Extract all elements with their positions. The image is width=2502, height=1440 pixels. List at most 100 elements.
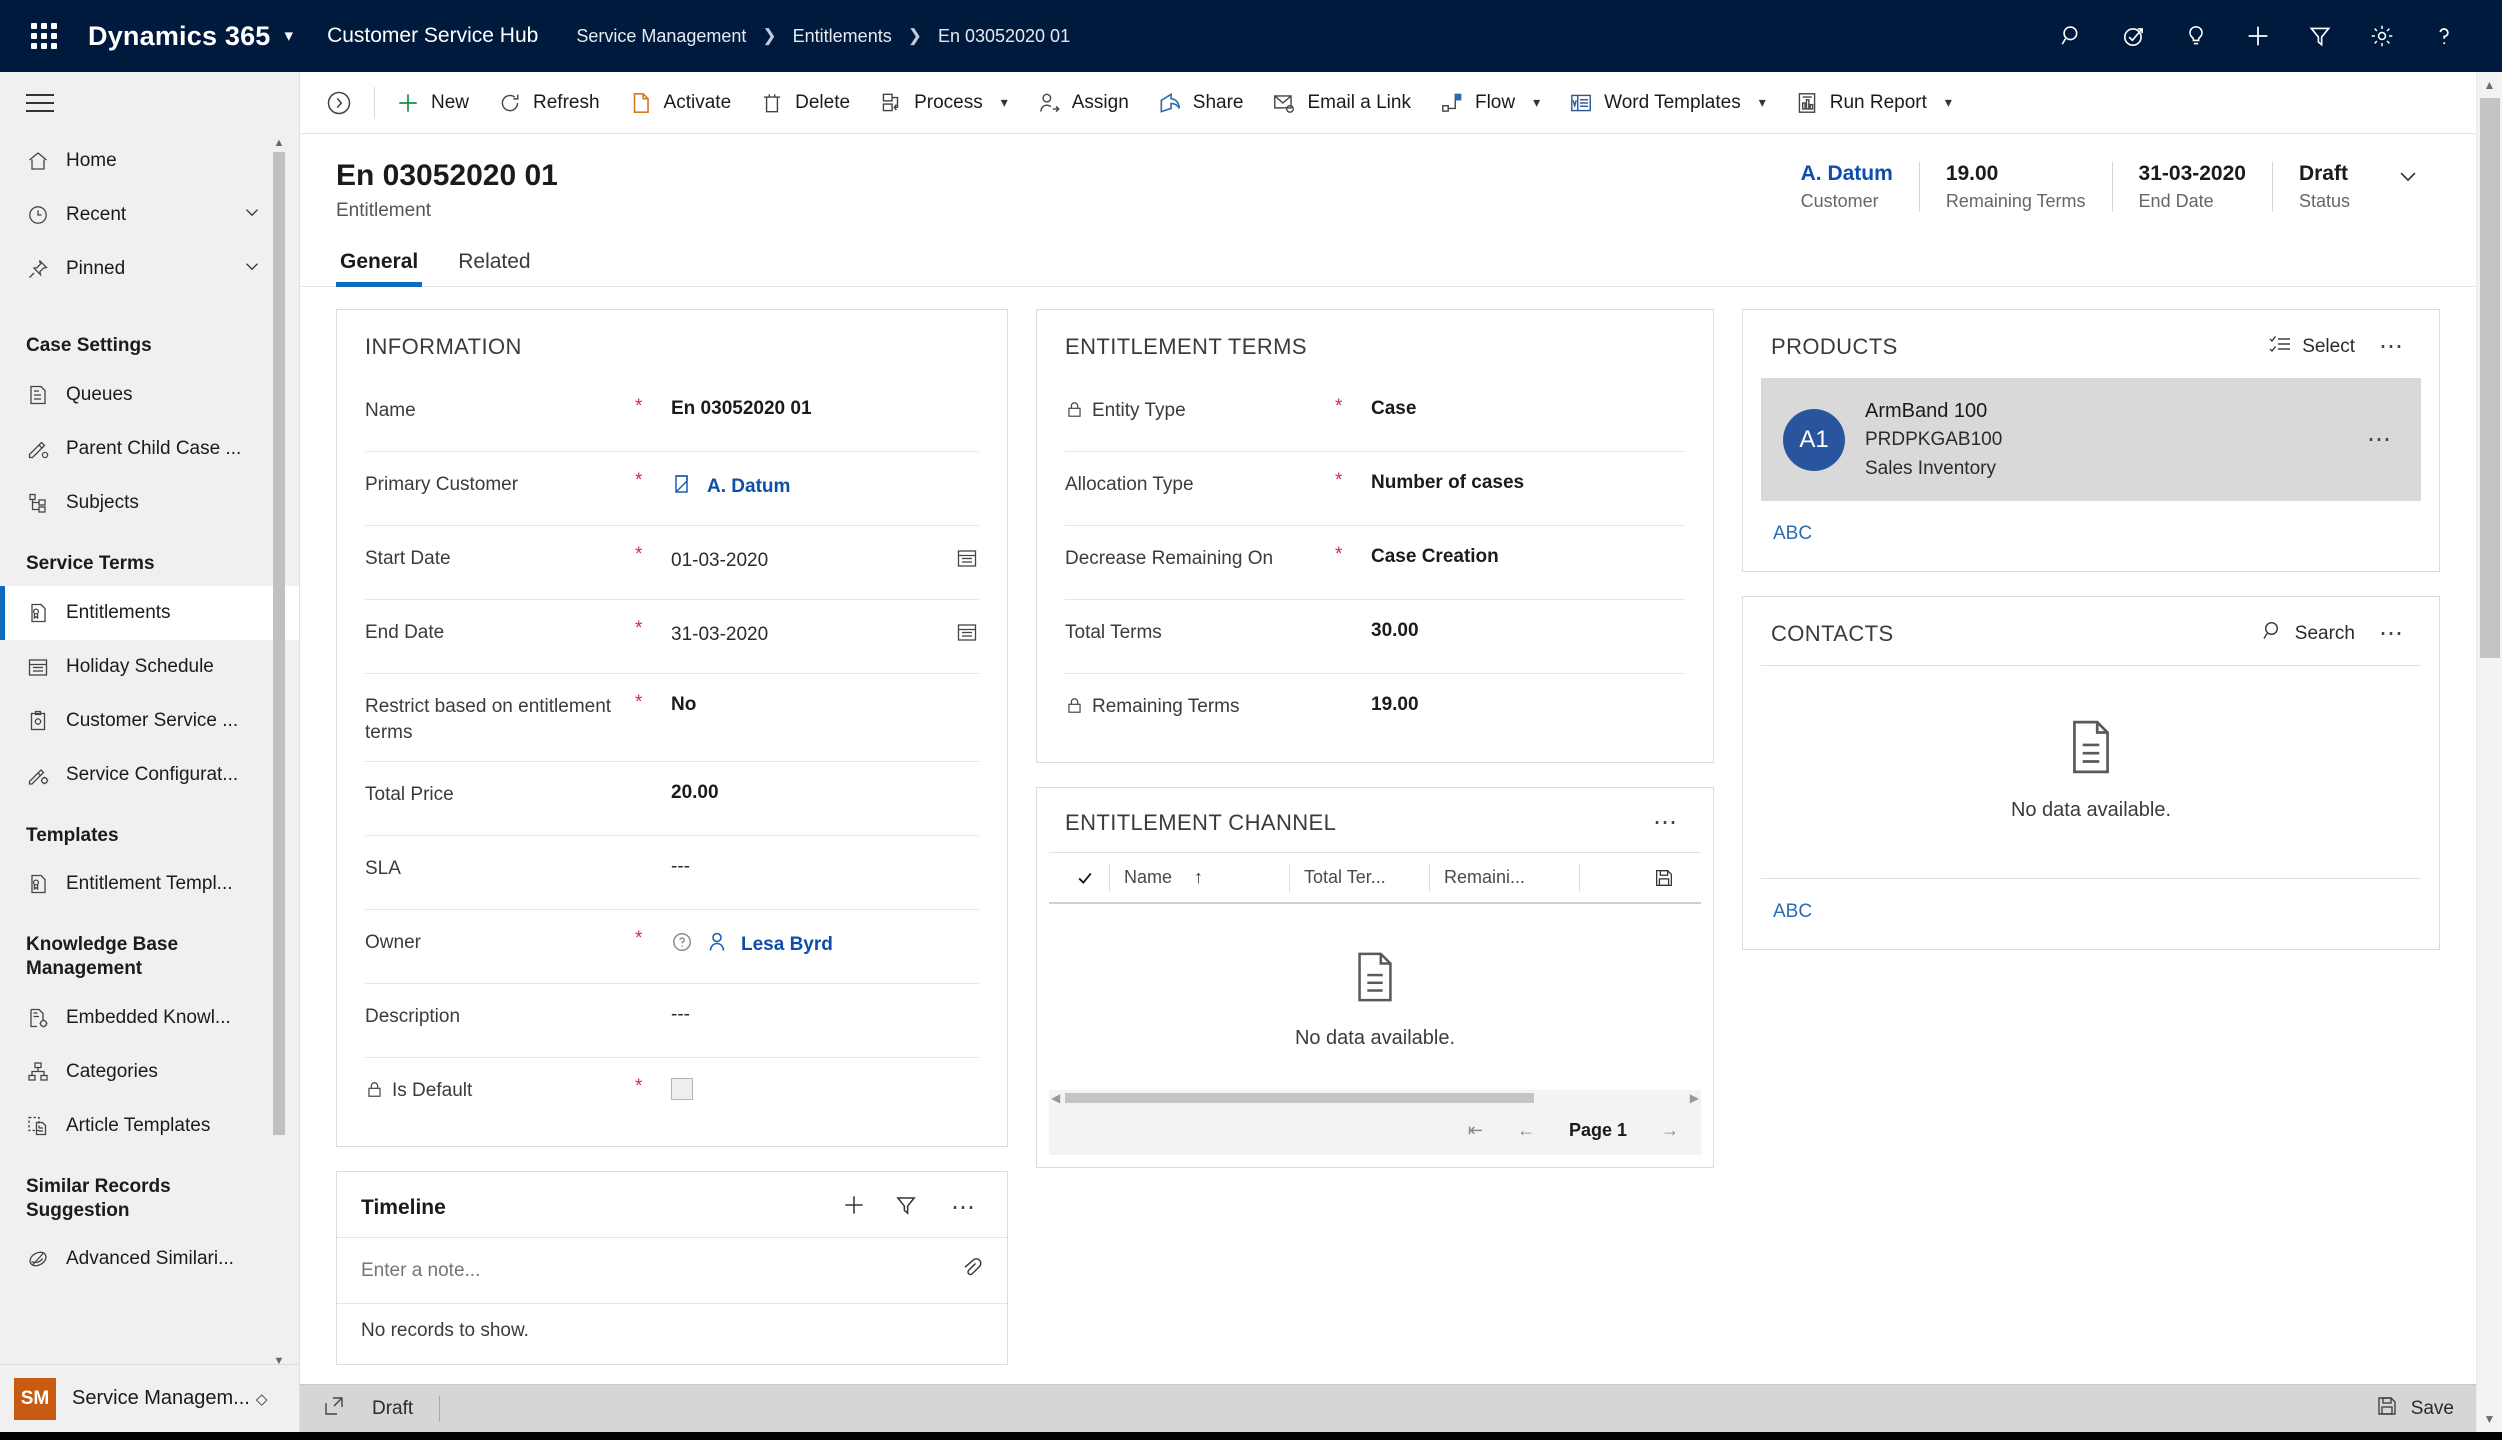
calendar-icon[interactable] [955, 546, 979, 576]
site-map-toggle-icon[interactable] [0, 72, 299, 134]
column-header-name[interactable]: Name ↑ [1109, 863, 1289, 892]
page-scroll-thumb[interactable] [2480, 98, 2500, 658]
products-index-link[interactable]: ABC [1743, 501, 2439, 571]
sidebar-item-service-configurat[interactable]: Service Configurat... [0, 748, 299, 802]
select-all-check-icon[interactable] [1061, 864, 1109, 892]
previous-page-icon[interactable]: ← [1517, 1120, 1535, 1141]
filter-icon[interactable] [893, 1192, 919, 1223]
command-word-templates[interactable]: Word Templates ▾ [1554, 80, 1780, 126]
chevron-down-icon[interactable] [241, 201, 263, 229]
quick-create-plus-icon[interactable] [2232, 10, 2284, 62]
chevron-down-icon[interactable]: ▾ [285, 26, 294, 46]
chevron-down-icon[interactable]: ▾ [1533, 94, 1540, 111]
command-new[interactable]: New [381, 80, 483, 126]
command-run-report[interactable]: Run Report ▾ [1780, 80, 1966, 126]
more-options-icon[interactable]: ⋯ [945, 1195, 983, 1220]
contacts-index-link[interactable]: ABC [1743, 879, 2439, 949]
command-flow[interactable]: Flow ▾ [1425, 80, 1554, 126]
collapse-panel-icon[interactable] [310, 89, 368, 117]
area-switcher[interactable]: SM Service Managem... ◇ [0, 1364, 299, 1432]
product-list-item[interactable]: A1 ArmBand 100 PRDPKGAB100 Sales Invento… [1761, 378, 2421, 501]
page-scrollbar[interactable]: ▲ ▼ [2476, 72, 2502, 1432]
sidebar-item-advanced-similari[interactable]: Advanced Similari... [0, 1232, 299, 1286]
first-page-icon[interactable]: ⇤ [1468, 1120, 1483, 1141]
sidebar-item-parent-child-case[interactable]: Parent Child Case ... [0, 422, 299, 476]
sidebar-item-embedded-knowl[interactable]: Embedded Knowl... [0, 991, 299, 1045]
scroll-up-icon[interactable]: ▲ [2477, 72, 2502, 98]
area-switcher-chevron-icon[interactable]: ◇ [256, 1390, 268, 1408]
scroll-down-icon[interactable]: ▼ [2477, 1406, 2502, 1432]
breadcrumb-item-1[interactable]: Entitlements [793, 26, 892, 47]
field-value-link[interactable]: Lesa Byrd [741, 934, 833, 956]
search-contacts-button[interactable]: Search [2255, 619, 2361, 649]
field-value[interactable]: 31-03-2020 [671, 624, 768, 646]
more-options-icon[interactable]: ⋯ [2373, 335, 2411, 359]
field-value[interactable]: Number of cases [1371, 472, 1524, 494]
chevron-down-icon[interactable] [241, 255, 263, 283]
sidebar-item-pinned[interactable]: Pinned [0, 242, 299, 296]
breadcrumb-item-0[interactable]: Service Management [576, 26, 746, 47]
command-share[interactable]: Share [1143, 80, 1258, 126]
tab-related[interactable]: Related [454, 244, 534, 286]
field-value[interactable]: No [671, 694, 696, 716]
field-value[interactable]: --- [671, 1004, 690, 1026]
field-value[interactable]: 19.00 [1371, 694, 1419, 716]
save-button[interactable]: Save [2375, 1394, 2454, 1423]
field-value[interactable]: 30.00 [1371, 620, 1419, 642]
field-value[interactable]: --- [671, 856, 690, 878]
sidebar-scroll-track[interactable] [271, 152, 287, 1322]
expand-header-chevron-icon[interactable] [2376, 158, 2440, 195]
subgrid-horizontal-scrollbar[interactable]: ◀ ▶ [1049, 1090, 1701, 1106]
subgrid-scroll-thumb[interactable] [1065, 1093, 1535, 1103]
more-options-icon[interactable]: ⋯ [1647, 811, 1685, 835]
command-assign[interactable]: Assign [1022, 80, 1143, 126]
search-icon[interactable] [2046, 10, 2098, 62]
sidebar-item-customer-service[interactable]: Customer Service ... [0, 694, 299, 748]
sidebar-item-queues[interactable]: Queues [0, 368, 299, 422]
tab-general[interactable]: General [336, 244, 423, 287]
chevron-down-icon[interactable]: ▾ [1001, 94, 1008, 111]
chevron-down-icon[interactable]: ▾ [1945, 94, 1952, 111]
sidebar-item-entitlement-templ[interactable]: Entitlement Templ... [0, 857, 299, 911]
command-process[interactable]: Process ▾ [864, 80, 1022, 126]
scroll-up-icon[interactable]: ▲ [271, 134, 287, 152]
field-value[interactable]: Case Creation [1371, 546, 1499, 568]
timeline-note-input[interactable] [361, 1259, 959, 1282]
app-launcher-icon[interactable] [22, 14, 66, 58]
field-value[interactable]: 20.00 [671, 782, 719, 804]
sidebar-item-recent[interactable]: Recent [0, 188, 299, 242]
sidebar-scrollbar[interactable]: ▲ ▼ [271, 134, 287, 1367]
insights-lightbulb-icon[interactable] [2170, 10, 2222, 62]
more-options-icon[interactable]: ⋯ [2361, 427, 2399, 452]
scroll-left-icon[interactable]: ◀ [1051, 1091, 1060, 1105]
sidebar-item-entitlements[interactable]: Entitlements [0, 585, 299, 640]
field-value[interactable]: En 03052020 01 [671, 398, 812, 420]
sidebar-item-holiday-schedule[interactable]: Holiday Schedule [0, 640, 299, 694]
column-header-remaining-terms[interactable]: Remaini... [1429, 863, 1579, 892]
settings-gear-icon[interactable] [2356, 10, 2408, 62]
assistant-icon[interactable] [2108, 10, 2160, 62]
column-header-total-terms[interactable]: Total Ter... [1289, 863, 1429, 892]
pop-out-icon[interactable] [322, 1394, 346, 1423]
help-question-icon[interactable] [2418, 10, 2470, 62]
sidebar-scroll-thumb[interactable] [273, 152, 285, 1135]
filter-icon[interactable] [2294, 10, 2346, 62]
attachment-paperclip-icon[interactable] [959, 1256, 983, 1285]
more-options-icon[interactable]: ⋯ [2373, 622, 2411, 646]
field-value[interactable]: Case [1371, 398, 1416, 420]
command-activate[interactable]: Activate [614, 80, 746, 126]
field-value[interactable]: 01-03-2020 [671, 550, 768, 572]
scroll-right-icon[interactable]: ▶ [1690, 1091, 1699, 1105]
save-grid-icon[interactable] [1639, 864, 1689, 892]
sidebar-item-home[interactable]: Home [0, 134, 299, 188]
next-page-icon[interactable]: → [1661, 1120, 1679, 1141]
command-email-a-link[interactable]: Email a Link [1257, 80, 1425, 126]
calendar-icon[interactable] [955, 620, 979, 650]
breadcrumb-item-2[interactable]: En 03052020 01 [938, 26, 1070, 47]
sidebar-item-subjects[interactable]: Subjects [0, 476, 299, 530]
chevron-down-icon[interactable]: ▾ [1759, 94, 1766, 111]
select-products-button[interactable]: Select [2262, 332, 2361, 362]
scroll-down-icon[interactable]: ▼ [271, 1352, 287, 1370]
sidebar-item-categories[interactable]: Categories [0, 1045, 299, 1099]
command-delete[interactable]: Delete [745, 80, 864, 126]
